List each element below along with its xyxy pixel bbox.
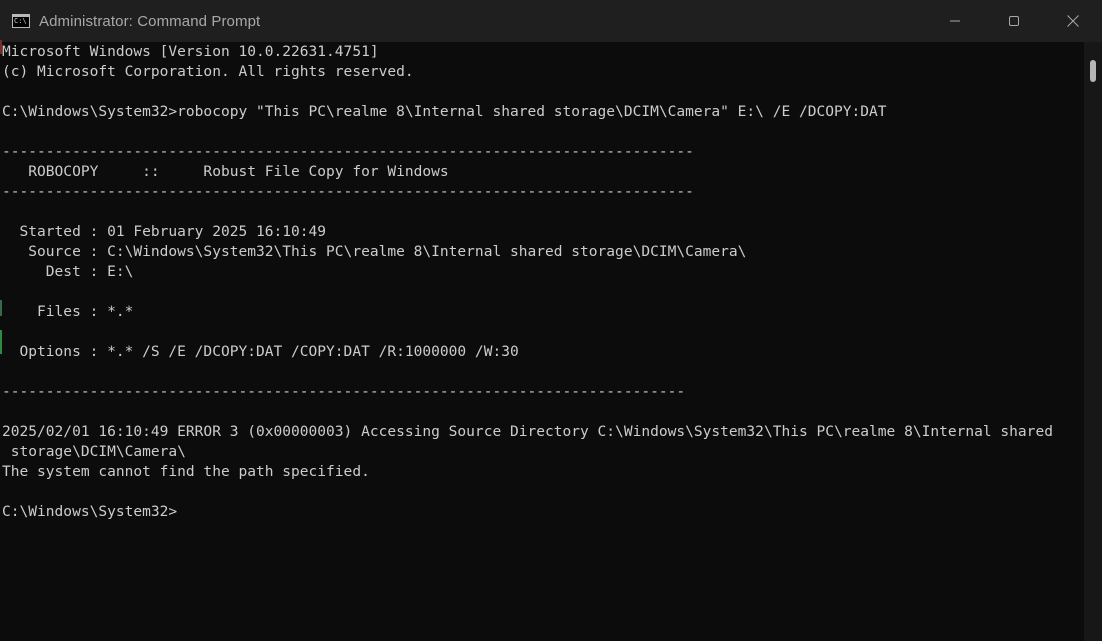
console-line: Dest : E:\: [2, 263, 134, 280]
command-prompt-icon: C:\: [12, 14, 30, 28]
console-line: The system cannot find the path specifie…: [2, 463, 370, 480]
maximize-icon: [1008, 16, 1019, 26]
window-title: Administrator: Command Prompt: [39, 12, 261, 30]
window-controls: [925, 0, 1102, 42]
background-edge-sliver: [0, 330, 2, 354]
console-line: ----------------------------------------…: [2, 183, 694, 200]
scrollbar-thumb[interactable]: [1090, 60, 1096, 82]
minimize-button[interactable]: [925, 0, 984, 42]
maximize-button[interactable]: [984, 0, 1043, 42]
console-line: Source : C:\Windows\System32\This PC\rea…: [2, 243, 747, 260]
console-line: C:\Windows\System32>: [2, 503, 178, 520]
background-edge-sliver: [0, 40, 2, 54]
console-line: (c) Microsoft Corporation. All rights re…: [2, 63, 414, 80]
title-bar[interactable]: C:\ Administrator: Command Prompt: [0, 0, 1102, 42]
close-button[interactable]: [1043, 0, 1102, 42]
console-line: Files : *.*: [2, 303, 134, 320]
console-line: Microsoft Windows [Version 10.0.22631.47…: [2, 43, 379, 60]
console-line: ----------------------------------------…: [2, 383, 686, 400]
console-line: C:\Windows\System32>robocopy "This PC\re…: [2, 103, 887, 120]
vertical-scrollbar[interactable]: [1084, 42, 1102, 641]
console-line: Options : *.* /S /E /DCOPY:DAT /COPY:DAT…: [2, 343, 519, 360]
console-line: ----------------------------------------…: [2, 143, 694, 160]
console-line: 2025/02/01 16:10:49 ERROR 3 (0x00000003)…: [2, 423, 1053, 440]
console-line: ROBOCOPY :: Robust File Copy for Windows: [2, 163, 449, 180]
console-line: storage\DCIM\Camera\: [2, 443, 186, 460]
console-output[interactable]: Microsoft Windows [Version 10.0.22631.47…: [0, 42, 1084, 641]
minimize-icon: [949, 20, 960, 22]
command-prompt-window: C:\ Administrator: Command Prompt Micros: [0, 0, 1102, 641]
background-edge-sliver: [0, 300, 2, 316]
close-icon: [1066, 15, 1079, 27]
console-line: Started : 01 February 2025 16:10:49: [2, 223, 327, 240]
